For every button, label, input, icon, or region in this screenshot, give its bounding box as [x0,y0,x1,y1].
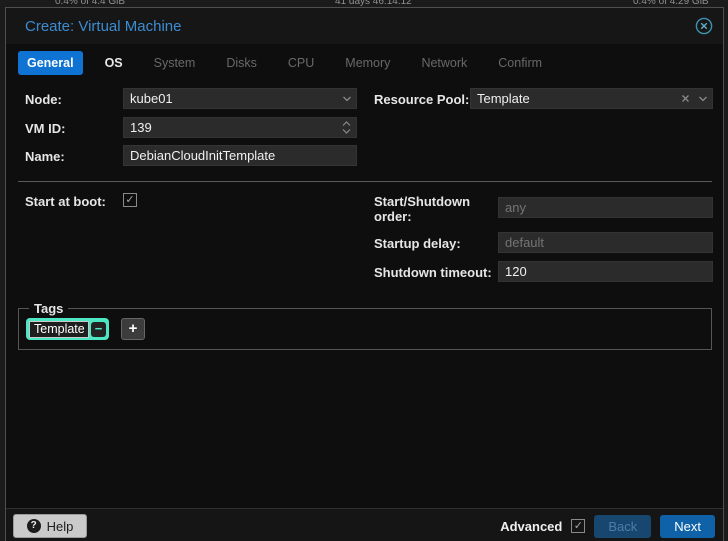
startup-order-field[interactable] [498,197,713,218]
start-at-boot-label: Start at boot: [25,194,106,209]
startup-order-label: Start/Shutdown order: [374,194,471,224]
startup-delay-field[interactable] [498,232,713,253]
startup-delay-label: Startup delay: [374,236,461,251]
start-at-boot-checkbox[interactable]: ✓ [123,193,137,207]
vm-id-label: VM ID: [25,121,66,136]
add-tag-button[interactable]: + [121,318,145,340]
section-divider [18,181,712,182]
shutdown-timeout-label: Shutdown timeout: [374,265,492,280]
tab-os[interactable]: OS [96,51,132,75]
background-text-fragment: 0.4% of 4.4 GiB [55,0,126,7]
next-button[interactable]: Next [660,514,715,538]
tag-chip[interactable]: − [26,318,109,340]
dialog-header: Create: Virtual Machine [6,8,723,44]
name-label: Name: [25,149,65,164]
tags-legend: Tags [29,301,69,316]
clear-icon[interactable] [677,94,694,103]
spinner-arrows-icon[interactable] [337,121,356,134]
tab-general[interactable]: General [18,51,83,75]
node-input[interactable] [124,91,338,106]
tab-system: System [153,56,196,70]
remove-tag-icon[interactable]: − [91,321,106,337]
vm-id-input[interactable] [124,120,337,135]
tab-network: Network [421,56,468,70]
node-combobox[interactable] [123,88,357,109]
advanced-checkbox[interactable]: ✓ [571,519,586,533]
advanced-label: Advanced [500,518,563,534]
resource-pool-combobox[interactable] [470,88,713,109]
shutdown-timeout-field[interactable] [498,261,713,282]
resource-pool-input[interactable] [471,91,677,106]
startup-delay-input[interactable] [499,235,712,250]
chevron-down-icon[interactable] [338,95,356,103]
vm-id-spinner[interactable] [123,117,357,138]
name-field[interactable] [123,145,357,166]
wizard-tabbar: General OS System Disks CPU Memory Netwo… [18,50,551,76]
resource-pool-label: Resource Pool: [374,92,470,107]
help-button[interactable]: ? Help [13,514,87,538]
background-text-fragment: 0.4% of 4.29 GiB [633,0,709,7]
tab-confirm: Confirm [498,56,543,70]
tab-disks: Disks [226,56,257,70]
startup-order-input[interactable] [499,200,712,215]
back-button[interactable]: Back [594,514,652,538]
dialog-title: Create: Virtual Machine [25,17,182,35]
help-button-label: Help [46,518,74,534]
screen: 0.4% of 4.4 GiB 41 days 46:14:12 0.4% of… [0,0,728,541]
node-label: Node: [25,92,62,107]
help-icon: ? [26,519,41,533]
shutdown-timeout-input[interactable] [499,264,712,279]
tag-name-input[interactable] [29,320,89,338]
tab-cpu: CPU [287,56,315,70]
create-vm-dialog: Create: Virtual Machine General OS Syste… [5,7,724,541]
tags-fieldset: Tags − + [18,301,712,350]
name-input[interactable] [124,148,356,163]
tab-memory: Memory [345,56,391,70]
chevron-down-icon[interactable] [694,95,712,103]
background-text-fragment: 41 days 46:14:12 [335,0,412,7]
close-icon[interactable] [695,17,713,35]
dialog-footer: ? Help Advanced ✓ Back Next [6,508,723,541]
